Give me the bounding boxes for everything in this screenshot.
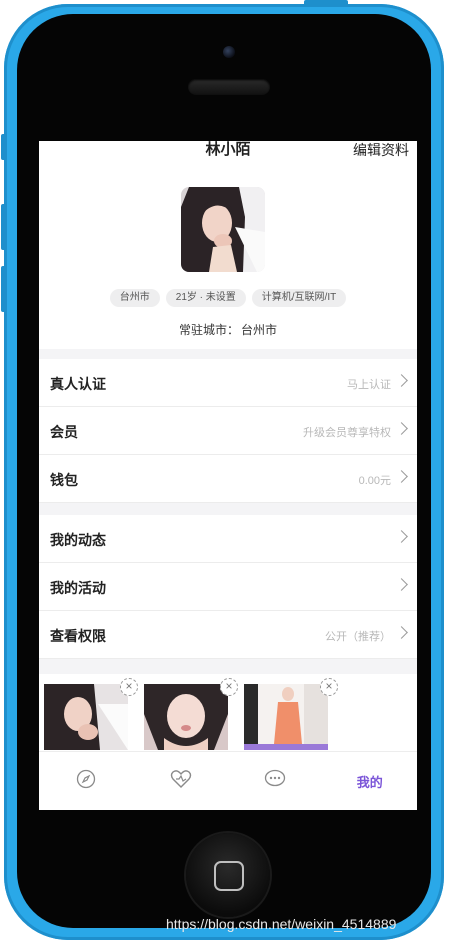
mute-switch (1, 134, 7, 160)
menu-value: 升级会员尊享特权 (303, 427, 391, 439)
menu-label: 钱包 (50, 472, 78, 488)
tab-mine-label: 我的 (356, 775, 383, 790)
chevron-right-icon (395, 530, 408, 543)
chevron-right-icon (395, 578, 408, 591)
menu-label: 我的活动 (50, 580, 106, 596)
tag-age: 21岁 · 未设置 (165, 289, 246, 307)
menu-value: 0.00元 (358, 475, 391, 487)
menu-row-wallet[interactable]: 钱包 0.00元 (39, 455, 417, 503)
tab-messages[interactable] (228, 752, 323, 810)
resident-city-label: 常驻城市： (178, 323, 239, 337)
tab-mine[interactable]: 我的 (323, 752, 418, 810)
chevron-right-icon (395, 374, 408, 387)
menu-value: 马上认证 (347, 379, 391, 391)
avatar[interactable] (181, 187, 265, 272)
watermark: https://blog.csdn.net/weixin_4514889 (166, 916, 397, 932)
chat-icon (264, 769, 286, 794)
resident-city-value: 台州市 (241, 323, 278, 337)
heart-icon (170, 769, 192, 794)
tab-discover[interactable] (39, 752, 134, 810)
chevron-right-icon (395, 626, 408, 639)
photo-strip: × × × (39, 674, 417, 750)
menu-label: 真人认证 (50, 376, 106, 392)
app-screen: 林小陌 编辑资料 台州市 21岁 · 未设置 计算机/互联网/IT 常驻城市：台… (39, 141, 417, 810)
menu-label: 查看权限 (50, 628, 106, 644)
tag-city: 台州市 (109, 289, 160, 307)
menu-label: 会员 (50, 424, 78, 440)
remove-photo-button[interactable]: × (320, 678, 338, 696)
compass-icon (76, 769, 96, 794)
tab-match[interactable] (134, 752, 229, 810)
section-divider (39, 349, 417, 359)
photo-thumbnail[interactable] (44, 684, 128, 750)
menu-row-my-posts[interactable]: 我的动态 (39, 515, 417, 563)
menu-label: 我的动态 (50, 532, 106, 548)
home-button[interactable] (186, 833, 270, 917)
tag-list: 台州市 21岁 · 未设置 计算机/互联网/IT (39, 289, 417, 307)
tag-industry: 计算机/互联网/IT (251, 289, 347, 307)
photo-thumbnail[interactable] (144, 684, 228, 750)
edit-profile-button[interactable]: 编辑资料 (353, 141, 409, 159)
chevron-right-icon (395, 422, 408, 435)
photo-thumbnail[interactable] (244, 684, 328, 750)
menu-row-membership[interactable]: 会员 升级会员尊享特权 (39, 407, 417, 455)
menu-value: 公开（推荐） (325, 631, 391, 643)
power-button (304, 0, 348, 6)
resident-city: 常驻城市： 台州市 (39, 321, 417, 338)
section-divider (39, 659, 417, 674)
section-divider (39, 503, 417, 515)
volume-down-button (1, 266, 7, 312)
front-camera (223, 46, 235, 58)
earpiece-speaker (188, 79, 270, 95)
remove-photo-button[interactable]: × (220, 678, 238, 696)
chevron-right-icon (395, 470, 408, 483)
remove-photo-button[interactable]: × (120, 678, 138, 696)
tab-bar: 我的 (39, 751, 417, 810)
menu-row-my-activities[interactable]: 我的活动 (39, 563, 417, 611)
menu-row-view-permission[interactable]: 查看权限 公开（推荐） (39, 611, 417, 659)
volume-up-button (1, 204, 7, 250)
menu-row-verification[interactable]: 真人认证 马上认证 (39, 359, 417, 407)
